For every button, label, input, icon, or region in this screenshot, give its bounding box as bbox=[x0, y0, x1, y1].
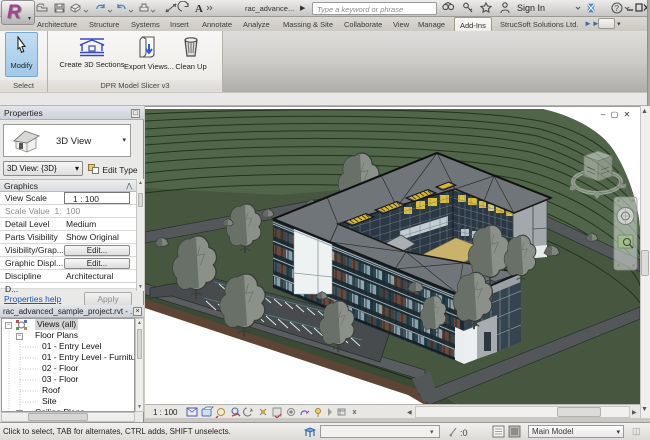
svg-text::0: :0 bbox=[460, 428, 468, 438]
svg-text:Sign In: Sign In bbox=[517, 3, 545, 13]
svg-text:?: ? bbox=[615, 4, 620, 13]
svg-text:A: A bbox=[195, 3, 203, 15]
